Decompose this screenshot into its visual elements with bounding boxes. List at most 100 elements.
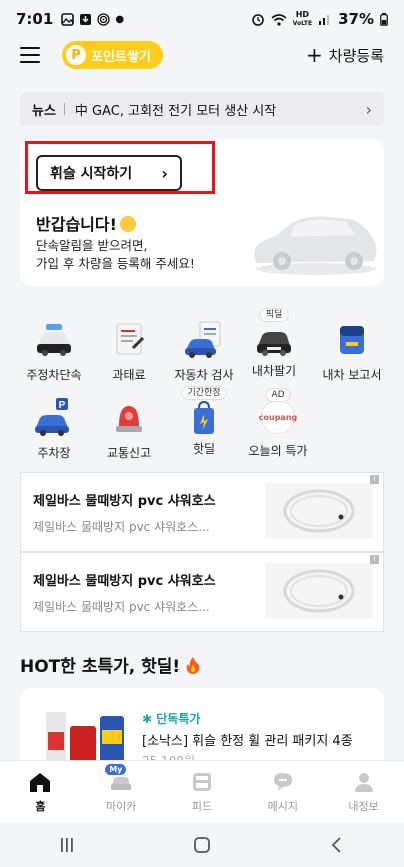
greeting: 반갑습니다! xyxy=(36,211,136,235)
sell-car-icon xyxy=(257,332,291,356)
home-button-icon[interactable] xyxy=(193,836,211,854)
battery-icon xyxy=(380,12,388,26)
tab-label: 피드 xyxy=(191,799,213,813)
coupang-icon-wrap: AD coupang xyxy=(256,388,300,440)
menu-item-fine[interactable]: 과태료 xyxy=(89,320,169,383)
car-inspection-icon xyxy=(185,321,221,358)
shower-hose-icon xyxy=(283,569,355,613)
system-status: HD VoLTE 37% xyxy=(251,10,388,28)
fine-document-icon xyxy=(116,323,145,355)
menu-item-parking-lot[interactable]: P 주차장 xyxy=(14,398,94,461)
tab-feed[interactable]: 피드 xyxy=(162,761,243,822)
menu-label: 주차장 xyxy=(37,446,71,460)
app-bar: P 포인트쌓기 + 차량등록 xyxy=(0,38,404,72)
gallery-icon xyxy=(61,12,75,26)
menu-label: 교통신고 xyxy=(106,446,152,460)
system-navigation-bar xyxy=(0,822,404,867)
tab-my-info[interactable]: 내정보 xyxy=(323,761,404,822)
tab-label: 마이카 xyxy=(106,799,137,813)
menu-label: 내차팔기 xyxy=(251,364,297,378)
signal-icon xyxy=(319,15,330,25)
tab-label: 메시지 xyxy=(267,799,298,813)
download-icon xyxy=(80,13,92,25)
dot-icon: ● xyxy=(115,13,125,25)
ad-badge: AD xyxy=(265,388,291,402)
chevron-right-icon: › xyxy=(365,99,372,119)
point-collect-button[interactable]: P 포인트쌓기 xyxy=(62,41,163,69)
hot-deal-heading: HOT한 초특가, 핫딜! xyxy=(20,652,200,677)
point-icon: P xyxy=(66,45,86,65)
person-icon xyxy=(354,772,373,792)
menu-label: 주정차단속 xyxy=(26,368,82,382)
parking-lot-icon: P xyxy=(35,398,69,436)
tab-label: 내정보 xyxy=(348,799,379,813)
tab-message[interactable]: 메시지 xyxy=(242,761,323,822)
welcome-description: 단속알림을 받으려면, 가입 후 차량을 등록해 주세요! xyxy=(36,237,195,273)
bottom-tab-bar: 홈 My 마이카 피드 메시지 내정보 xyxy=(0,760,404,822)
status-bar: 7:01 ● HD VoLTE 37% xyxy=(0,0,404,38)
deal-tag-label: 단독특가 xyxy=(156,712,201,726)
ad-banner[interactable]: 제일바스 물때방지 pvc 샤워호스 제일바스 물때방지 pvc 샤워호스...… xyxy=(20,472,384,552)
tab-mycar[interactable]: My 마이카 xyxy=(81,761,162,822)
coupang-icon: coupang xyxy=(258,400,298,434)
ad-title: 제일바스 물때방지 pvc 샤워호스 xyxy=(33,494,216,509)
greeting-text: 반갑습니다! xyxy=(36,215,117,234)
recent-apps-icon[interactable] xyxy=(58,836,76,854)
car-illustration-icon xyxy=(254,216,377,275)
news-banner[interactable]: 뉴스 中 GAC, 고회전 전기 모터 생산 시작 › xyxy=(20,92,384,126)
ad-info-icon[interactable]: i xyxy=(370,555,379,564)
home-icon xyxy=(30,772,51,792)
news-headline: 中 GAC, 고회전 전기 모터 생산 시작 xyxy=(74,103,277,119)
shower-hose-icon xyxy=(283,489,355,533)
plus-icon: + xyxy=(306,43,323,67)
menu-label: 핫딜 xyxy=(192,442,216,456)
menu-item-sell-car[interactable]: 픽딜 내차팔기 xyxy=(234,308,314,379)
limited-time-badge: 기간한정 xyxy=(181,386,227,400)
welcome-card: 휘슬 시작하기 › 반갑습니다! 단속알림을 받으려면, 가입 후 차량을 등록… xyxy=(20,139,384,286)
status-time: 7:01 xyxy=(16,10,54,28)
network-label: HD xyxy=(295,9,310,19)
menu-label: 과태료 xyxy=(112,368,146,382)
alarm-icon xyxy=(251,14,264,26)
coupang-label: coupang xyxy=(258,412,298,422)
menu-item-hot-deal[interactable]: 기간한정 핫딜 xyxy=(164,386,244,457)
highlight-box xyxy=(25,141,215,194)
menu-label: 자동차 검사 xyxy=(174,368,234,382)
ad-info-icon[interactable]: i xyxy=(370,475,379,484)
message-icon xyxy=(273,772,292,791)
exclusive-deal-tag: ✱ 단독특가 xyxy=(142,712,201,726)
tab-home[interactable]: 홈 xyxy=(0,761,81,822)
wifi-icon xyxy=(271,13,287,26)
back-icon[interactable] xyxy=(328,836,346,854)
deal-title: [소낙스] 휘슬 한정 휠 관리 패키지 4종 xyxy=(142,734,353,749)
menu-label: 내차 보고서 xyxy=(322,368,382,382)
parking-enforcement-car-icon xyxy=(37,324,71,356)
add-car-button[interactable]: + 차량등록 xyxy=(306,45,384,66)
menu-icon[interactable] xyxy=(20,47,40,63)
add-car-label: 차량등록 xyxy=(328,46,384,65)
hot-deal-bag-icon xyxy=(194,400,214,434)
menu-item-car-inspection[interactable]: 자동차 검사 xyxy=(164,320,244,383)
network-type: HD VoLTE xyxy=(293,9,312,28)
sell-car-icon-wrap: 픽딜 xyxy=(252,308,296,360)
car-report-icon xyxy=(340,326,364,354)
desc-line-2: 가입 후 차량을 등록해 주세요! xyxy=(36,256,195,271)
shower-hose-image xyxy=(265,483,373,539)
smile-emoji-icon xyxy=(119,216,136,232)
menu-item-car-report[interactable]: 내차 보고서 xyxy=(312,320,392,383)
ad-banner[interactable]: 제일바스 물때방지 pvc 샤워호스 제일바스 물때방지 pvc 샤워호스...… xyxy=(20,552,384,632)
ad-title: 제일바스 물때방지 pvc 샤워호스 xyxy=(33,574,216,589)
notification-icons: ● xyxy=(61,12,125,26)
news-tag: 뉴스 xyxy=(32,103,56,119)
hot-deal-icon-wrap: 기간한정 xyxy=(181,386,227,438)
divider xyxy=(63,103,65,115)
menu-item-parking-enforcement[interactable]: 주정차단속 xyxy=(14,320,94,383)
menu-item-traffic-report[interactable]: 교통신고 xyxy=(89,398,169,461)
shower-hose-image xyxy=(265,563,373,619)
desc-line-1: 단속알림을 받으려면, xyxy=(36,238,148,253)
feed-icon xyxy=(192,772,211,791)
fire-icon xyxy=(186,657,200,674)
pickdeal-badge: 픽딜 xyxy=(259,308,289,322)
menu-item-today-special[interactable]: AD coupang 오늘의 특가 xyxy=(238,388,318,459)
siren-icon xyxy=(116,406,142,432)
